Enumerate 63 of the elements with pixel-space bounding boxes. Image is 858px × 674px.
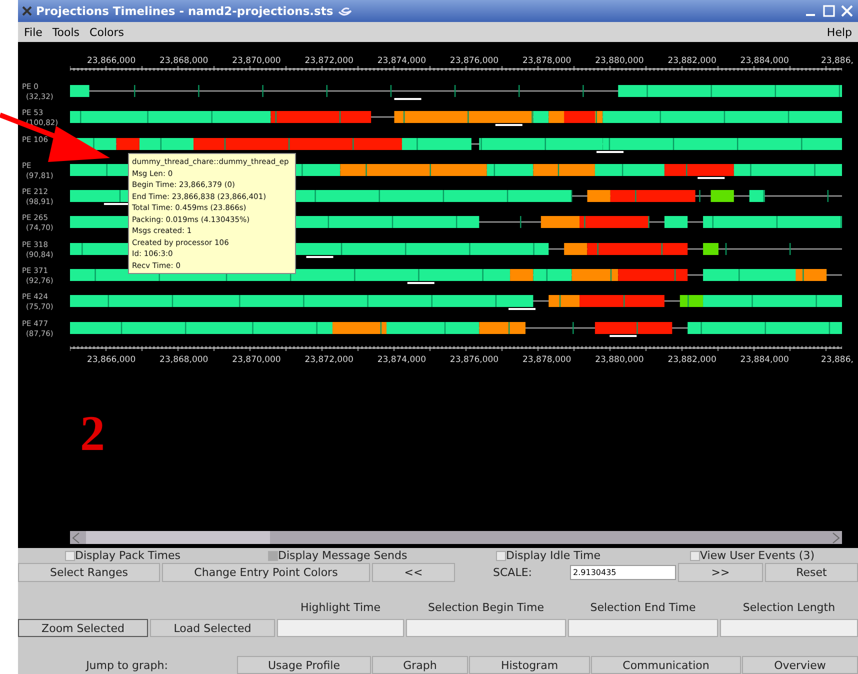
field-label: Selection Begin Time (427, 600, 545, 616)
time-field[interactable] (568, 619, 718, 637)
axis-label: 23,880,000 (594, 56, 645, 66)
checkbox[interactable] (65, 550, 75, 560)
graph-button[interactable]: Communication (591, 656, 741, 674)
swirl-icon (337, 5, 354, 17)
toolbar-button[interactable]: Change Entry Point Colors (162, 563, 370, 582)
axis-label: 23,874,000 (376, 354, 427, 365)
time-field[interactable] (720, 619, 858, 637)
checkbox-label: Display Idle Time (506, 549, 601, 562)
axis-label: 23,874,000 (376, 56, 427, 66)
checkbox-label: Display Message Sends (278, 549, 408, 562)
axis-label: 23,872,000 (304, 354, 354, 365)
graph-button[interactable]: Usage Profile (237, 656, 371, 674)
axis-label: 23,866,000 (86, 354, 137, 365)
maximize-icon[interactable] (822, 4, 836, 18)
axis-label: 23,884,000 (739, 354, 790, 365)
annotation-number: 2 (80, 404, 106, 461)
graph-button[interactable]: Histogram (469, 656, 590, 674)
axis-label: 23,868,000 (158, 56, 210, 66)
app-icon (22, 6, 32, 16)
toolbar-button[interactable]: Select Ranges (18, 563, 160, 582)
toolbar-button[interactable]: Reset (765, 563, 858, 582)
axis-label: 23,886, (820, 354, 854, 365)
axis-label: 23,884,000 (739, 56, 790, 66)
menu-item[interactable]: Tools (52, 26, 80, 38)
axis-label: 23,882,000 (666, 354, 718, 365)
axis-label: 23,878,000 (522, 354, 572, 365)
toolbar-button[interactable]: >> (678, 563, 763, 582)
menu-item[interactable]: File (24, 26, 42, 38)
checkbox[interactable] (690, 550, 700, 560)
axis-label: 23,866,000 (86, 56, 137, 66)
axis-label: 23,878,000 (522, 56, 572, 66)
menu-item[interactable]: Help (826, 26, 852, 38)
selection-button[interactable]: Load Selected (150, 619, 275, 637)
graph-button[interactable]: Graph (372, 656, 468, 674)
time-field[interactable] (406, 619, 566, 637)
axis-label: 23,872,000 (304, 56, 354, 66)
axis-label: 23,870,000 (231, 354, 282, 365)
field-label: Selection End Time (589, 600, 697, 616)
axis-label: 23,880,000 (594, 354, 645, 365)
checkbox-label: View User Events (3) (700, 549, 814, 562)
axis-label: 23,876,000 (448, 354, 500, 365)
field-label: Selection Length (742, 600, 836, 616)
axis-label: 23,870,000 (231, 56, 282, 66)
axis-label: 23,876,000 (448, 56, 500, 66)
close-icon[interactable] (840, 4, 854, 18)
time-field[interactable] (277, 619, 404, 637)
graph-button[interactable]: Overview (742, 656, 858, 674)
scale-field[interactable]: 2.9130435 (570, 565, 676, 580)
axis-label: 23,868,000 (158, 354, 210, 365)
menu-item[interactable]: Colors (90, 26, 124, 38)
axis-label: 23,886, (820, 56, 854, 66)
checkbox-label: Display Pack Times (75, 549, 180, 562)
horizontal-scrollbar[interactable] (70, 531, 842, 544)
scale-label: SCALE: (492, 565, 533, 581)
field-label: Highlight Time (299, 600, 382, 616)
window-title: Projections Timelines - namd2-projections.sts (36, 4, 334, 18)
toolbar-button[interactable]: << (372, 563, 455, 582)
selection-button[interactable]: Zoom Selected (18, 619, 148, 637)
jump-label: Jump to graph: (84, 658, 169, 674)
checkbox[interactable] (496, 550, 506, 560)
axis-label: 23,882,000 (666, 56, 718, 66)
